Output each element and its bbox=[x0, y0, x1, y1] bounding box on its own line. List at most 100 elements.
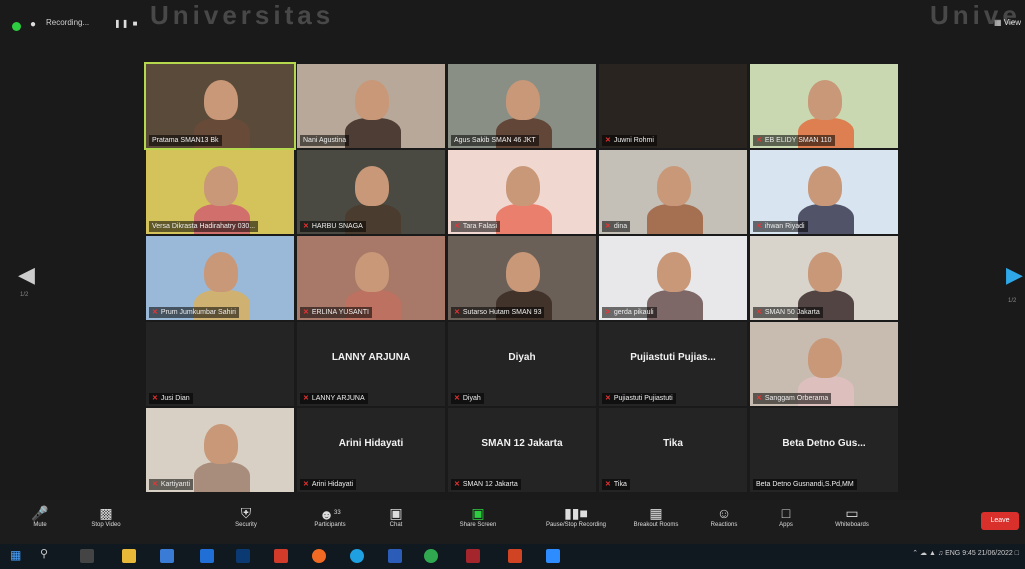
firefox-icon[interactable] bbox=[312, 549, 326, 563]
participant-tile[interactable]: Pujiastuti Pujias... ✕ Pujiastuti Pujiastu… bbox=[599, 322, 747, 406]
participants-label: Participants bbox=[314, 522, 346, 528]
recording-pause-stop-controls[interactable]: ❚❚ ■ bbox=[114, 19, 138, 28]
participant-video-head bbox=[355, 166, 389, 206]
participant-tile[interactable]: Versa Dikrasta Hadirahatry 030... bbox=[146, 150, 294, 234]
next-page-arrow-icon[interactable]: ▶ bbox=[1006, 262, 1023, 288]
breakout-label: Breakout Rooms bbox=[633, 522, 679, 528]
breakout-rooms-icon: ▦ bbox=[649, 505, 663, 521]
participant-tile[interactable]: Beta Detno Gus... Beta Detno Gusnandi,S.P… bbox=[750, 408, 898, 492]
pdf-icon[interactable] bbox=[274, 549, 288, 563]
security-button[interactable]: ⛨ Security bbox=[216, 504, 276, 528]
participant-name-label: ✕ SMAN 12 Jakarta bbox=[451, 479, 521, 490]
chat-bubble-icon: ▣ bbox=[389, 505, 403, 521]
clock-time[interactable]: 9:45 bbox=[962, 550, 976, 557]
camera-icon: ▩ bbox=[99, 505, 113, 521]
stop-video-button[interactable]: ▩ Stop Video bbox=[76, 504, 136, 528]
tray-icons[interactable]: ⌃ ☁ ▲ ♫ bbox=[912, 550, 943, 557]
powerpoint-icon[interactable] bbox=[508, 549, 522, 563]
task-view-icon[interactable] bbox=[80, 549, 94, 563]
participant-tile[interactable]: ✕ dina bbox=[599, 150, 747, 234]
participant-name-label: ✕ ERLINA YUSANTI bbox=[300, 307, 372, 318]
word-icon[interactable] bbox=[388, 549, 402, 563]
pause-stop-recording-button[interactable]: ▮▮■ Pause/Stop Recording bbox=[536, 504, 616, 528]
clock-date[interactable]: 21/06/2022 bbox=[978, 550, 1013, 557]
photoshop-icon[interactable] bbox=[236, 549, 250, 563]
participant-video-body bbox=[345, 118, 401, 148]
leave-button[interactable]: Leave bbox=[981, 512, 1019, 530]
participant-video-head bbox=[808, 166, 842, 206]
participant-tile[interactable]: ✕ Tara Falasi bbox=[448, 150, 596, 234]
language-indicator[interactable]: ENG bbox=[945, 550, 960, 557]
participant-gallery: Pratama SMAN13 Bk Nani Agustina Agus Sakib… bbox=[144, 62, 898, 494]
participant-name-text: dina bbox=[613, 223, 628, 230]
participant-tile[interactable]: Pratama SMAN13 Bk bbox=[144, 62, 296, 150]
participant-tile[interactable]: LANNY ARJUNA ✕ LANNY ARJUNA bbox=[297, 322, 445, 406]
shield-icon: ⛨ bbox=[240, 505, 252, 521]
security-label: Security bbox=[235, 522, 257, 528]
app-icon[interactable] bbox=[160, 549, 174, 563]
windows-start-icon[interactable]: ▦ bbox=[10, 548, 24, 562]
notifications-icon[interactable]: □ bbox=[1015, 550, 1019, 557]
file-explorer-icon[interactable] bbox=[122, 549, 136, 563]
recording-icon: ● bbox=[30, 19, 37, 30]
participant-video-body bbox=[194, 462, 250, 492]
participant-tile[interactable]: ✕ Juwni Rohmi bbox=[599, 64, 747, 148]
share-screen-label: Share Screen bbox=[459, 522, 497, 528]
participant-name-label: ✕ HARBU SNAGA bbox=[300, 221, 366, 232]
chat-label: Chat bbox=[389, 522, 403, 528]
participant-display-name: Pujiastuti Pujias... bbox=[630, 352, 716, 363]
participants-button[interactable]: ☻33 Participants bbox=[300, 504, 360, 528]
participant-name-text: Sanggam Orberama bbox=[764, 395, 829, 402]
participant-tile[interactable]: ✕ ERLINA YUSANTI bbox=[297, 236, 445, 320]
participant-video-head bbox=[808, 80, 842, 120]
participant-name-label: ✕ Pujiastuti Pujiastuti bbox=[602, 393, 676, 404]
participant-tile[interactable]: ✕ HARBU SNAGA bbox=[297, 150, 445, 234]
access-icon[interactable] bbox=[466, 549, 480, 563]
share-screen-button[interactable]: ▣ Share Screen bbox=[448, 504, 508, 528]
participant-tile[interactable]: ✕ ihwan Riyadi bbox=[750, 150, 898, 234]
participant-name-text: Nani Agustina bbox=[303, 137, 347, 144]
participant-name-text: ihwan Riyadi bbox=[764, 223, 805, 230]
watermark-text-left: Universitas bbox=[150, 0, 335, 30]
participant-display-name: Tika bbox=[663, 438, 683, 449]
participant-tile[interactable]: SMAN 12 Jakarta ✕ SMAN 12 Jakarta bbox=[448, 408, 596, 492]
participant-tile[interactable]: Tika ✕ Tika bbox=[599, 408, 747, 492]
chrome-icon[interactable] bbox=[424, 549, 438, 563]
participant-display-name: SMAN 12 Jakarta bbox=[481, 438, 563, 449]
zoom-icon[interactable] bbox=[546, 549, 560, 563]
muted-microphone-icon: ✕ bbox=[303, 481, 309, 488]
search-icon[interactable]: ⚲ bbox=[40, 547, 54, 561]
participant-tile[interactable]: ✕ Kartiyanti bbox=[146, 408, 294, 492]
participant-name-label: ✕ Tika bbox=[602, 479, 630, 490]
previous-page-arrow-icon[interactable]: ◀ bbox=[18, 262, 35, 288]
system-tray: ⌃ ☁ ▲ ♫ ENG 9:45 21/06/2022 □ bbox=[912, 549, 1019, 557]
participant-name-text: ERLINA YUSANTI bbox=[311, 309, 369, 316]
security-shield-icon[interactable] bbox=[12, 22, 21, 31]
participant-name-label: ✕ gerda pikauli bbox=[602, 307, 657, 318]
whiteboards-button[interactable]: ▭ Whiteboards bbox=[822, 504, 882, 528]
participant-tile[interactable]: ✕ EB ELIDY SMAN 110 bbox=[750, 64, 898, 148]
participant-name-label: Beta Detno Gusnandi,S.Pd,MM bbox=[753, 479, 857, 490]
mute-button[interactable]: 🎤 Mute bbox=[10, 504, 70, 528]
participant-tile[interactable]: ✕ gerda pikauli bbox=[599, 236, 747, 320]
participant-tile[interactable]: Nani Agustina bbox=[297, 64, 445, 148]
participant-tile[interactable]: Diyah ✕ Diyah bbox=[448, 322, 596, 406]
muted-microphone-icon: ✕ bbox=[303, 309, 309, 316]
participant-tile[interactable]: ✕ Sanggam Orberama bbox=[750, 322, 898, 406]
mute-label: Mute bbox=[33, 522, 47, 528]
participant-tile[interactable]: ✕ SMAN 50 Jakarta bbox=[750, 236, 898, 320]
mail-icon[interactable] bbox=[200, 549, 214, 563]
chat-button[interactable]: ▣ Chat bbox=[366, 504, 426, 528]
participants-count: 33 bbox=[334, 510, 341, 516]
reactions-button[interactable]: ☺ Reactions bbox=[694, 504, 754, 528]
breakout-rooms-button[interactable]: ▦ Breakout Rooms bbox=[626, 504, 686, 528]
participant-tile[interactable]: Arini Hidayati ✕ Arini Hidayati bbox=[297, 408, 445, 492]
participant-name-text: gerda pikauli bbox=[613, 309, 654, 316]
muted-microphone-icon: ✕ bbox=[454, 481, 460, 488]
edge-icon[interactable] bbox=[350, 549, 364, 563]
participant-tile[interactable]: ✕ Prum Jumkumbar Sahiri bbox=[146, 236, 294, 320]
apps-button[interactable]: □ Apps bbox=[756, 504, 816, 528]
participant-tile[interactable]: ✕ Jusi Dian bbox=[146, 322, 294, 406]
participant-tile[interactable]: Agus Sakib SMAN 46 JKT bbox=[448, 64, 596, 148]
participant-tile[interactable]: ✕ Sutarso Hutam SMAN 93 bbox=[448, 236, 596, 320]
